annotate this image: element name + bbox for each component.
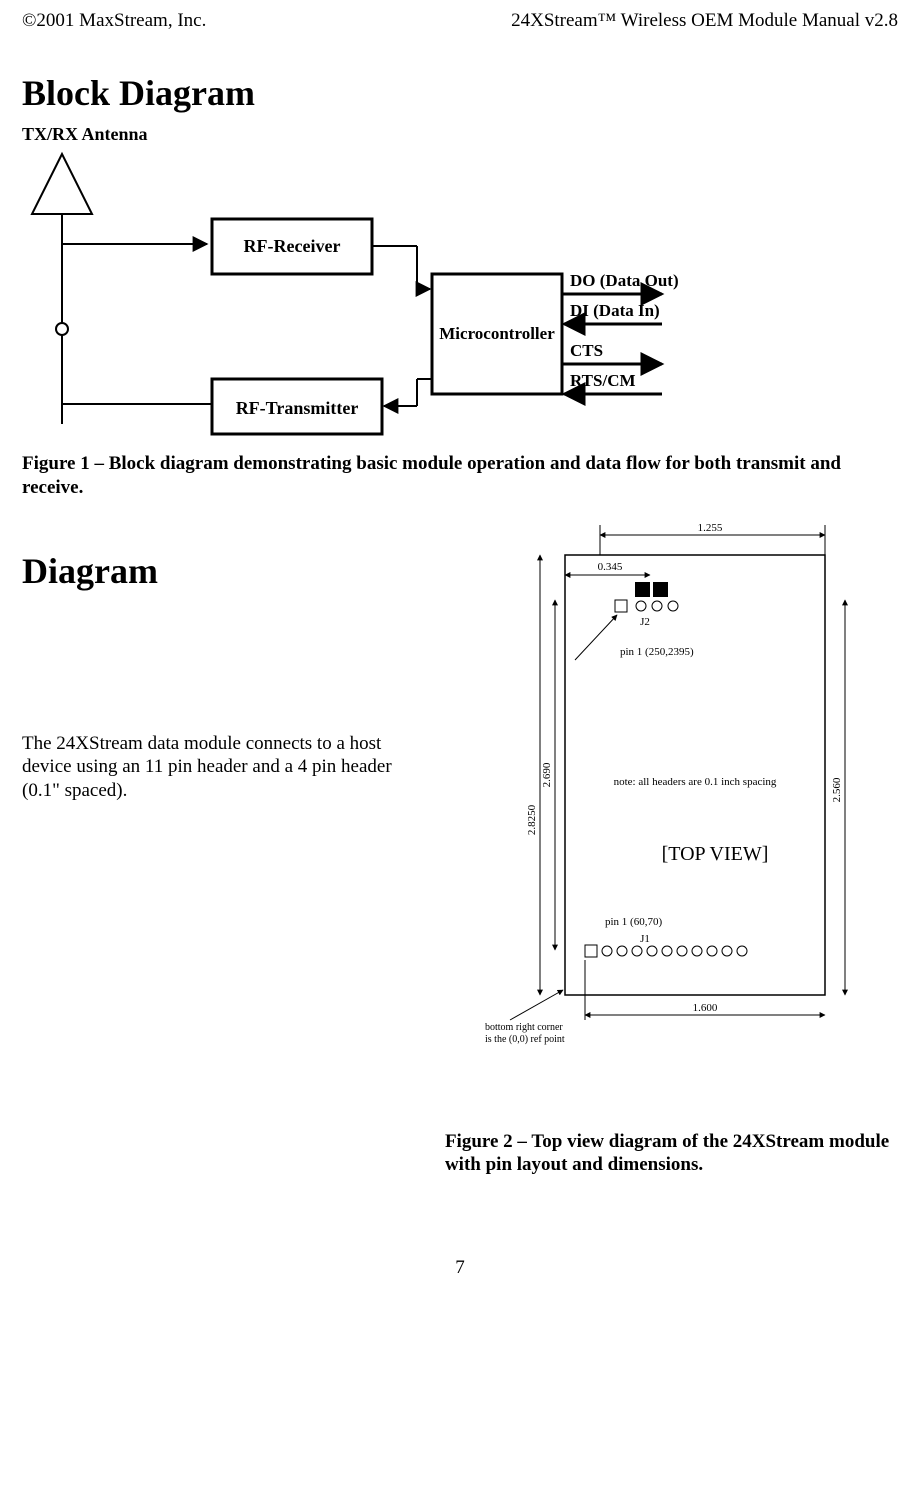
dim-1-255: 1.255 <box>698 522 723 534</box>
diagram-body-text: The 24XStream data module connects to a … <box>22 732 425 803</box>
figure-1-block-diagram: TX/RX Antenna RF-Receiver RF-Transmitter… <box>22 124 722 444</box>
note-label: note: all headers are 0.1 inch spacing <box>614 776 777 788</box>
cts-label: CTS <box>570 341 603 360</box>
pin1-j1-label: pin 1 (60,70) <box>605 916 662 928</box>
do-label: DO (Data Out) <box>570 271 679 290</box>
section-title-block-diagram: Block Diagram <box>22 72 898 114</box>
j2-label: J2 <box>640 616 650 628</box>
figure-1-caption: Figure 1 – Block diagram demonstrating b… <box>22 452 898 500</box>
rf-transmitter-label: RF-Transmitter <box>236 398 359 418</box>
dim-2-690: 2.690 <box>541 762 553 787</box>
header-right: 24XStream™ Wireless OEM Module Manual v2… <box>511 10 898 32</box>
ref-point-label-l1: bottom right corner <box>485 1022 563 1033</box>
figure-2-top-view: 1.255 0.345 J2 pin 1 (250,2395) note: al… <box>435 520 875 1060</box>
dim-2-8250: 2.8250 <box>526 804 538 835</box>
j1-label: J1 <box>640 933 650 945</box>
rts-label: RTS/CM <box>570 371 636 390</box>
antenna-label: TX/RX Antenna <box>22 124 148 144</box>
top-view-label: [TOP VIEW] <box>662 843 769 865</box>
ref-point-label-l2: is the (0,0) ref point <box>485 1034 565 1045</box>
section-title-diagram: Diagram <box>22 550 425 592</box>
di-label: DI (Data In) <box>570 301 660 320</box>
microcontroller-label: Microcontroller <box>439 324 555 343</box>
dim-2-560: 2.560 <box>831 777 843 802</box>
page-number: 7 <box>22 1257 898 1279</box>
dim-0-345: 0.345 <box>598 561 623 573</box>
figure-2-caption: Figure 2 – Top view diagram of the 24XSt… <box>445 1130 898 1178</box>
header-left: ©2001 MaxStream, Inc. <box>22 10 206 32</box>
pin1-j2-label: pin 1 (250,2395) <box>620 646 694 658</box>
rf-receiver-label: RF-Receiver <box>244 236 341 256</box>
dim-1-600: 1.600 <box>693 1002 718 1014</box>
page-header: ©2001 MaxStream, Inc. 24XStream™ Wireles… <box>22 10 898 32</box>
